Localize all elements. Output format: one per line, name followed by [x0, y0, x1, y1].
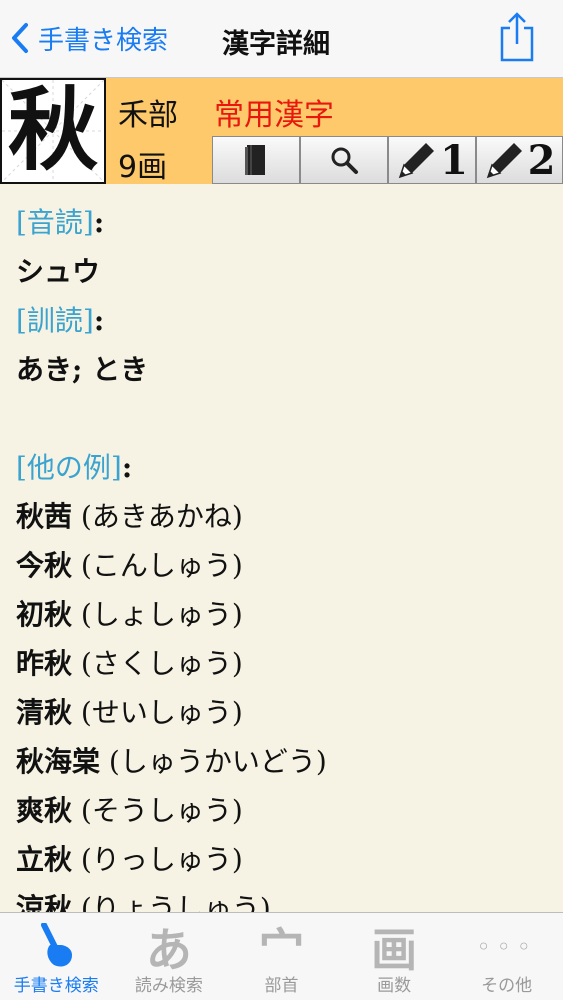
examples-label: [他の例] — [16, 451, 122, 484]
tab-bar: 手書き検索 あ 読み検索 宀 部首 画 画数 ◦◦◦ その他 — [0, 912, 563, 1000]
on-reading-value: シュウ — [16, 255, 101, 288]
tab-label: 部首 — [264, 976, 299, 996]
tab-radical[interactable]: 宀 部首 — [225, 913, 338, 1000]
book-icon — [245, 145, 265, 175]
examples-heading: [他の例]: — [16, 443, 556, 492]
example-reading: (さくしゅう) — [72, 647, 243, 680]
stroke-order-2-label: 2 — [527, 136, 556, 184]
tab-label: その他 — [481, 976, 533, 996]
kanji-details: [音読]: シュウ [訓読]: あき; とき [他の例]: 秋茜 (あきあかね)… — [16, 198, 556, 933]
example-item[interactable]: 秋海棠 (しゅうかいどう) — [16, 737, 556, 786]
pencil-icon — [398, 143, 435, 179]
colon: : — [93, 304, 105, 337]
chevron-left-icon — [12, 23, 28, 53]
example-word: 爽秋 — [16, 794, 73, 827]
example-item[interactable]: 清秋 (せいしゅう) — [16, 688, 556, 737]
stroke-count: 9画 — [118, 150, 168, 185]
example-reading: (しゅうかいどう) — [100, 745, 327, 778]
example-word: 秋海棠 — [16, 745, 101, 778]
tab-label: 手書き検索 — [13, 976, 99, 996]
kun-reading-heading: [訓読]: — [16, 296, 556, 345]
jouyou-badge: 常用漢字 — [214, 98, 334, 133]
example-reading: (こんしゅう) — [72, 549, 243, 582]
search-button[interactable] — [300, 136, 388, 184]
example-item[interactable]: 秋茜 (あきあかね) — [16, 492, 556, 541]
on-reading-heading: [音読]: — [16, 198, 556, 247]
example-item[interactable]: 今秋 (こんしゅう) — [16, 541, 556, 590]
page-title: 漢字詳細 — [222, 29, 330, 60]
example-item[interactable]: 初秋 (しょしゅう) — [16, 590, 556, 639]
tab-label: 画数 — [377, 976, 412, 996]
kun-reading-label: [訓読] — [16, 304, 94, 337]
example-word: 初秋 — [16, 598, 73, 631]
example-word: 今秋 — [16, 549, 73, 582]
tab-label: 読み検索 — [134, 976, 203, 996]
colon: : — [121, 451, 133, 484]
radical-label: 禾部 — [118, 98, 178, 133]
example-item[interactable]: 昨秋 (さくしゅう) — [16, 639, 556, 688]
share-button[interactable] — [497, 10, 537, 68]
tool-buttons: 1 2 — [212, 136, 563, 184]
example-reading: (あきあかね) — [72, 500, 243, 533]
example-word: 昨秋 — [16, 647, 73, 680]
share-icon — [500, 12, 534, 62]
example-reading: (そうしゅう) — [72, 794, 243, 827]
example-reading: (せいしゅう) — [72, 696, 243, 729]
example-reading: (りっしゅう) — [72, 843, 243, 876]
back-button-label: 手書き検索 — [38, 25, 169, 56]
dictionary-button[interactable] — [212, 136, 300, 184]
search-icon — [331, 147, 358, 174]
example-item[interactable]: 爽秋 (そうしゅう) — [16, 786, 556, 835]
navigation-bar: 手書き検索 漢字詳細 — [0, 0, 563, 78]
pencil-icon — [486, 143, 522, 179]
tab-more[interactable]: ◦◦◦ その他 — [450, 913, 563, 1000]
kanji-character: 秋 — [8, 77, 98, 183]
tab-handwriting-search[interactable]: 手書き検索 — [0, 913, 113, 1000]
colon: : — [93, 206, 105, 239]
example-word: 立秋 — [16, 843, 73, 876]
example-reading: (しょしゅう) — [72, 598, 243, 631]
stroke-order-1-button[interactable]: 1 — [388, 136, 476, 184]
stroke-order-2-button[interactable]: 2 — [476, 136, 563, 184]
tab-reading-search[interactable]: あ 読み検索 — [113, 913, 226, 1000]
stroke-order-1-label: 1 — [440, 136, 468, 184]
tab-stroke-count[interactable]: 画 画数 — [338, 913, 451, 1000]
back-button[interactable]: 手書き検索 — [10, 16, 168, 60]
kanji-display: 秋 — [0, 78, 106, 184]
more-icon: ◦◦◦ — [476, 933, 537, 961]
example-item[interactable]: 立秋 (りっしゅう) — [16, 835, 556, 884]
handwriting-icon — [41, 923, 73, 967]
example-word: 秋茜 — [16, 500, 73, 533]
example-word: 清秋 — [16, 696, 73, 729]
on-reading-label: [音読] — [16, 206, 94, 239]
kun-reading-value: あき; とき — [16, 353, 149, 386]
